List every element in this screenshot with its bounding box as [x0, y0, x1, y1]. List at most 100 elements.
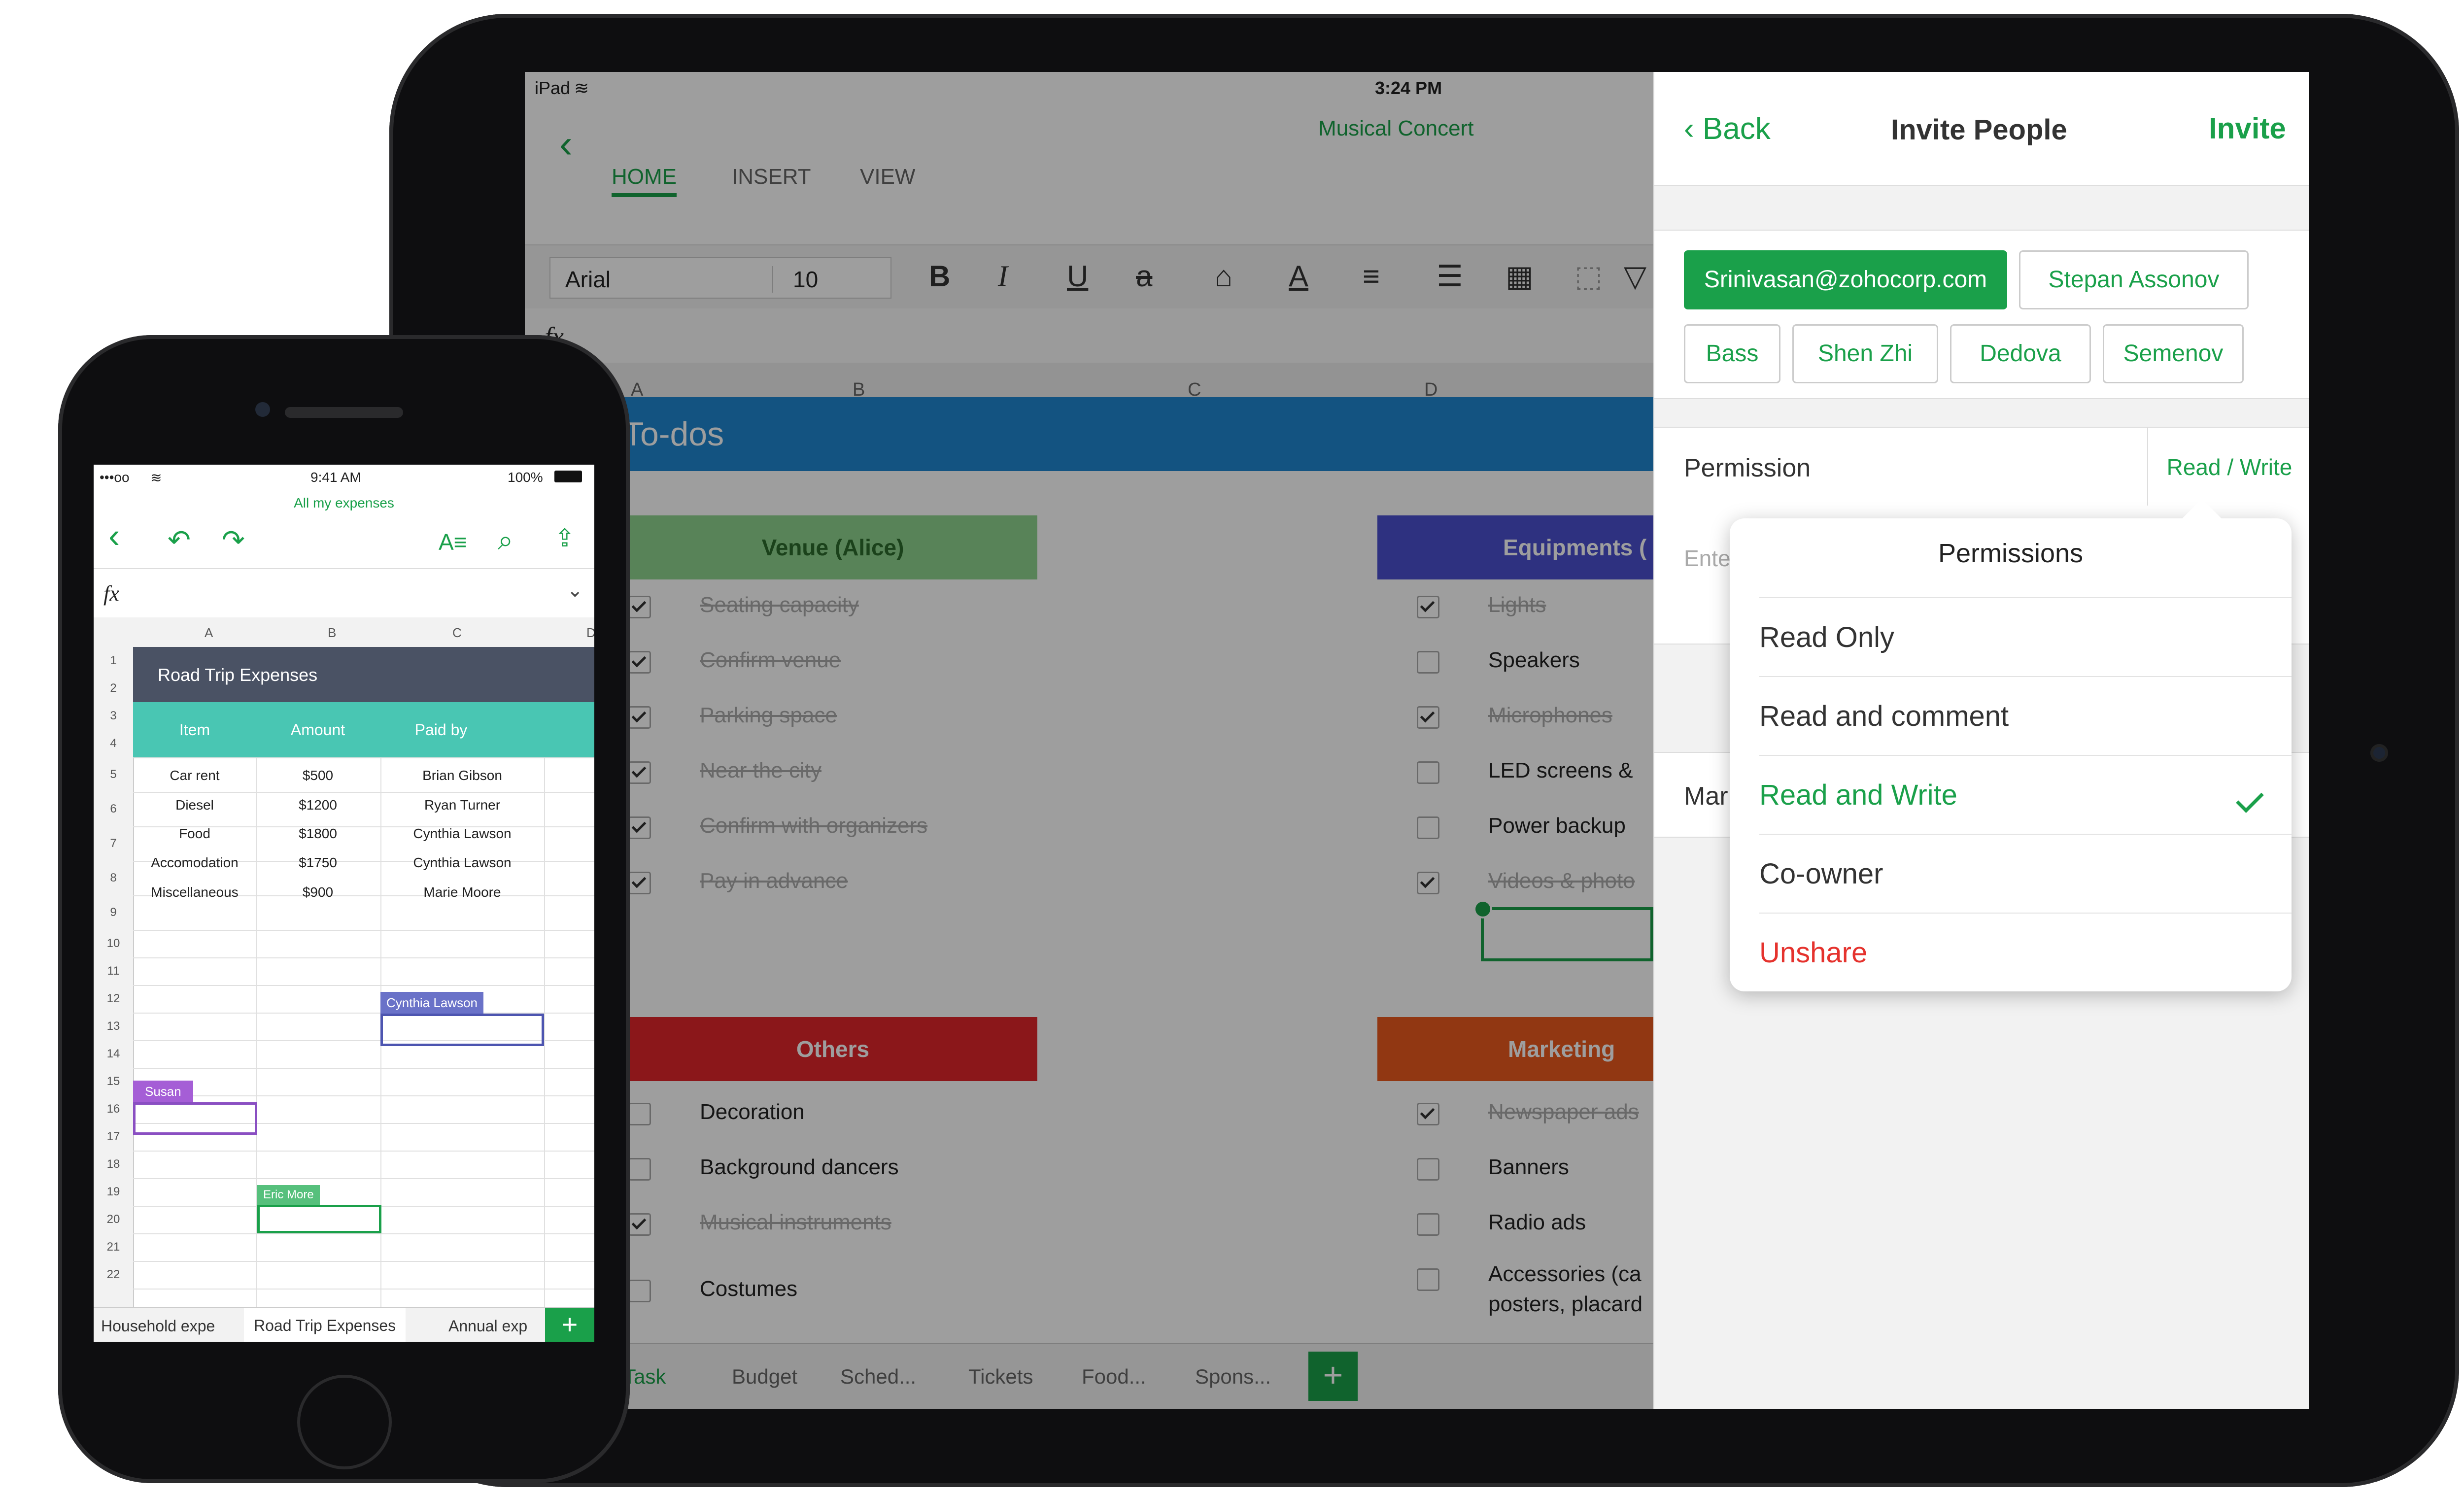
permission-row: Permission Read / Write: [1654, 427, 2309, 508]
row-number[interactable]: 4: [94, 737, 133, 750]
table-cell[interactable]: Car rent: [133, 768, 256, 783]
row-number[interactable]: 22: [94, 1268, 133, 1282]
row-number[interactable]: 12: [94, 992, 133, 1006]
chip-invitee[interactable]: Srinivasan@zohocorp.com: [1684, 250, 2007, 309]
search-icon[interactable]: ⌕: [498, 524, 513, 557]
row-number[interactable]: 18: [94, 1157, 133, 1171]
collab-cell-cynthia[interactable]: [380, 1014, 544, 1046]
row-number[interactable]: 21: [94, 1240, 133, 1254]
sheet-title-cell[interactable]: Road Trip Expenses: [133, 647, 594, 702]
table-cell[interactable]: Marie Moore: [380, 884, 544, 900]
message-placeholder: Ente: [1684, 545, 1731, 571]
table-cell[interactable]: $1800: [256, 826, 379, 842]
option-unshare[interactable]: Unshare: [1759, 913, 2292, 992]
row-number[interactable]: 2: [94, 681, 133, 695]
header-item[interactable]: Item: [133, 721, 256, 739]
chip-invitee[interactable]: Bass: [1684, 324, 1780, 383]
undo-icon[interactable]: ↶: [168, 524, 191, 556]
table-cell[interactable]: Brian Gibson: [380, 768, 544, 783]
row-number[interactable]: 20: [94, 1213, 133, 1226]
row-number[interactable]: 15: [94, 1075, 133, 1088]
redo-icon[interactable]: ↷: [222, 524, 245, 556]
col-b[interactable]: B: [328, 625, 336, 641]
table-cell[interactable]: Cynthia Lawson: [380, 826, 544, 842]
row-number[interactable]: 11: [94, 964, 133, 978]
sheet-tab-road-trip[interactable]: Road Trip Expenses: [244, 1308, 406, 1342]
chip-invitee[interactable]: Dedova: [1950, 324, 2091, 383]
option-read-only[interactable]: Read Only: [1759, 597, 2292, 677]
fx-icon: fx: [103, 581, 119, 606]
ipad-camera: [2370, 744, 2388, 762]
table-cell[interactable]: Diesel: [133, 797, 256, 813]
iphone-status-bar: •••oo ≋ 9:41 AM 100%: [94, 465, 594, 489]
workbook-title[interactable]: All my expenses: [94, 495, 594, 511]
table-cell[interactable]: Accomodation: [133, 855, 256, 871]
table-cell[interactable]: $900: [256, 884, 379, 900]
row-number[interactable]: 7: [94, 837, 133, 850]
option-read-comment[interactable]: Read and comment: [1759, 676, 2292, 756]
status-time: 9:41 AM: [310, 470, 361, 485]
table-cell[interactable]: Food: [133, 826, 256, 842]
option-label: Co-owner: [1759, 858, 1883, 890]
row-number[interactable]: 19: [94, 1185, 133, 1199]
option-co-owner[interactable]: Co-owner: [1759, 834, 2292, 914]
table-cell[interactable]: Ryan Turner: [380, 797, 544, 813]
sheet-title: Road Trip Expenses: [158, 665, 318, 685]
table-cell[interactable]: $500: [256, 768, 379, 783]
add-sheet-button[interactable]: +: [545, 1308, 594, 1342]
row-number[interactable]: 10: [94, 937, 133, 951]
table-header-row: Item Amount Paid by: [133, 702, 594, 757]
iphone-camera: [255, 402, 270, 417]
collab-tag-cynthia: Cynthia Lawson: [380, 992, 483, 1014]
row-number[interactable]: 13: [94, 1019, 133, 1033]
col-c[interactable]: C: [452, 625, 462, 641]
option-label: Read and comment: [1759, 700, 2009, 732]
permission-value-button[interactable]: Read / Write: [2147, 428, 2309, 507]
sheet-tab-annual[interactable]: Annual exp: [448, 1317, 527, 1335]
row-headers: 1 2 3 4 5 6 7 8 9 10 11 12 13 14 15 16 17 18 19 20 21 22: [94, 647, 134, 1307]
collab-cell-susan[interactable]: [133, 1102, 257, 1135]
formula-bar[interactable]: fx ⌄: [94, 568, 594, 618]
gridline: [133, 985, 594, 986]
gridline: [133, 1151, 594, 1152]
table-cell[interactable]: Cynthia Lawson: [380, 855, 544, 871]
header-amount[interactable]: Amount: [256, 721, 379, 739]
chip-invitee[interactable]: Shen Zhi: [1792, 324, 1938, 383]
back-button[interactable]: ‹ Back: [1684, 111, 1771, 146]
permissions-popover: Permissions Read Only Read and comment R…: [1730, 499, 2292, 992]
popover-title: Permissions: [1938, 539, 2084, 568]
col-a[interactable]: A: [205, 625, 213, 641]
row-number[interactable]: 9: [94, 906, 133, 919]
text-format-icon[interactable]: A≡: [439, 529, 467, 555]
collab-cell-eric[interactable]: [257, 1205, 381, 1233]
option-label: Read and Write: [1759, 779, 1957, 811]
header-paid-by[interactable]: Paid by: [379, 721, 503, 739]
sheet-tab-household[interactable]: Household expe: [101, 1317, 215, 1335]
chip-invitee[interactable]: Semenov: [2103, 324, 2244, 383]
table-cell[interactable]: $1750: [256, 855, 379, 871]
row-number[interactable]: 5: [94, 768, 133, 781]
collab-tag-eric: Eric More: [257, 1185, 320, 1205]
iphone-screen: •••oo ≋ 9:41 AM 100% All my expenses ‹ ↶…: [94, 465, 594, 1342]
row-number[interactable]: 3: [94, 709, 133, 723]
row-number[interactable]: 1: [94, 654, 133, 668]
row-number[interactable]: 16: [94, 1102, 133, 1116]
table-cell[interactable]: Miscellaneous: [133, 884, 256, 900]
modal-dim-overlay[interactable]: [525, 72, 1653, 1409]
table-cell[interactable]: $1200: [256, 797, 379, 813]
row-number[interactable]: 6: [94, 802, 133, 816]
row-number[interactable]: 17: [94, 1130, 133, 1144]
option-read-write[interactable]: Read and Write: [1759, 755, 2292, 835]
row-number[interactable]: 14: [94, 1047, 133, 1061]
chevron-down-icon[interactable]: ⌄: [567, 579, 583, 602]
home-button[interactable]: [297, 1375, 392, 1469]
chip-invitee[interactable]: Stepan Assonov: [2019, 250, 2249, 309]
share-icon[interactable]: ⇪: [554, 524, 575, 552]
invite-button[interactable]: Invite: [2209, 111, 2286, 145]
gridline: [133, 1178, 594, 1179]
col-d[interactable]: D: [586, 625, 594, 641]
back-chevron-icon[interactable]: ‹: [108, 516, 120, 555]
option-label: Read Only: [1759, 621, 1895, 653]
sheet-tabs: Household expe Road Trip Expenses Annual…: [94, 1307, 594, 1342]
row-number[interactable]: 8: [94, 871, 133, 885]
